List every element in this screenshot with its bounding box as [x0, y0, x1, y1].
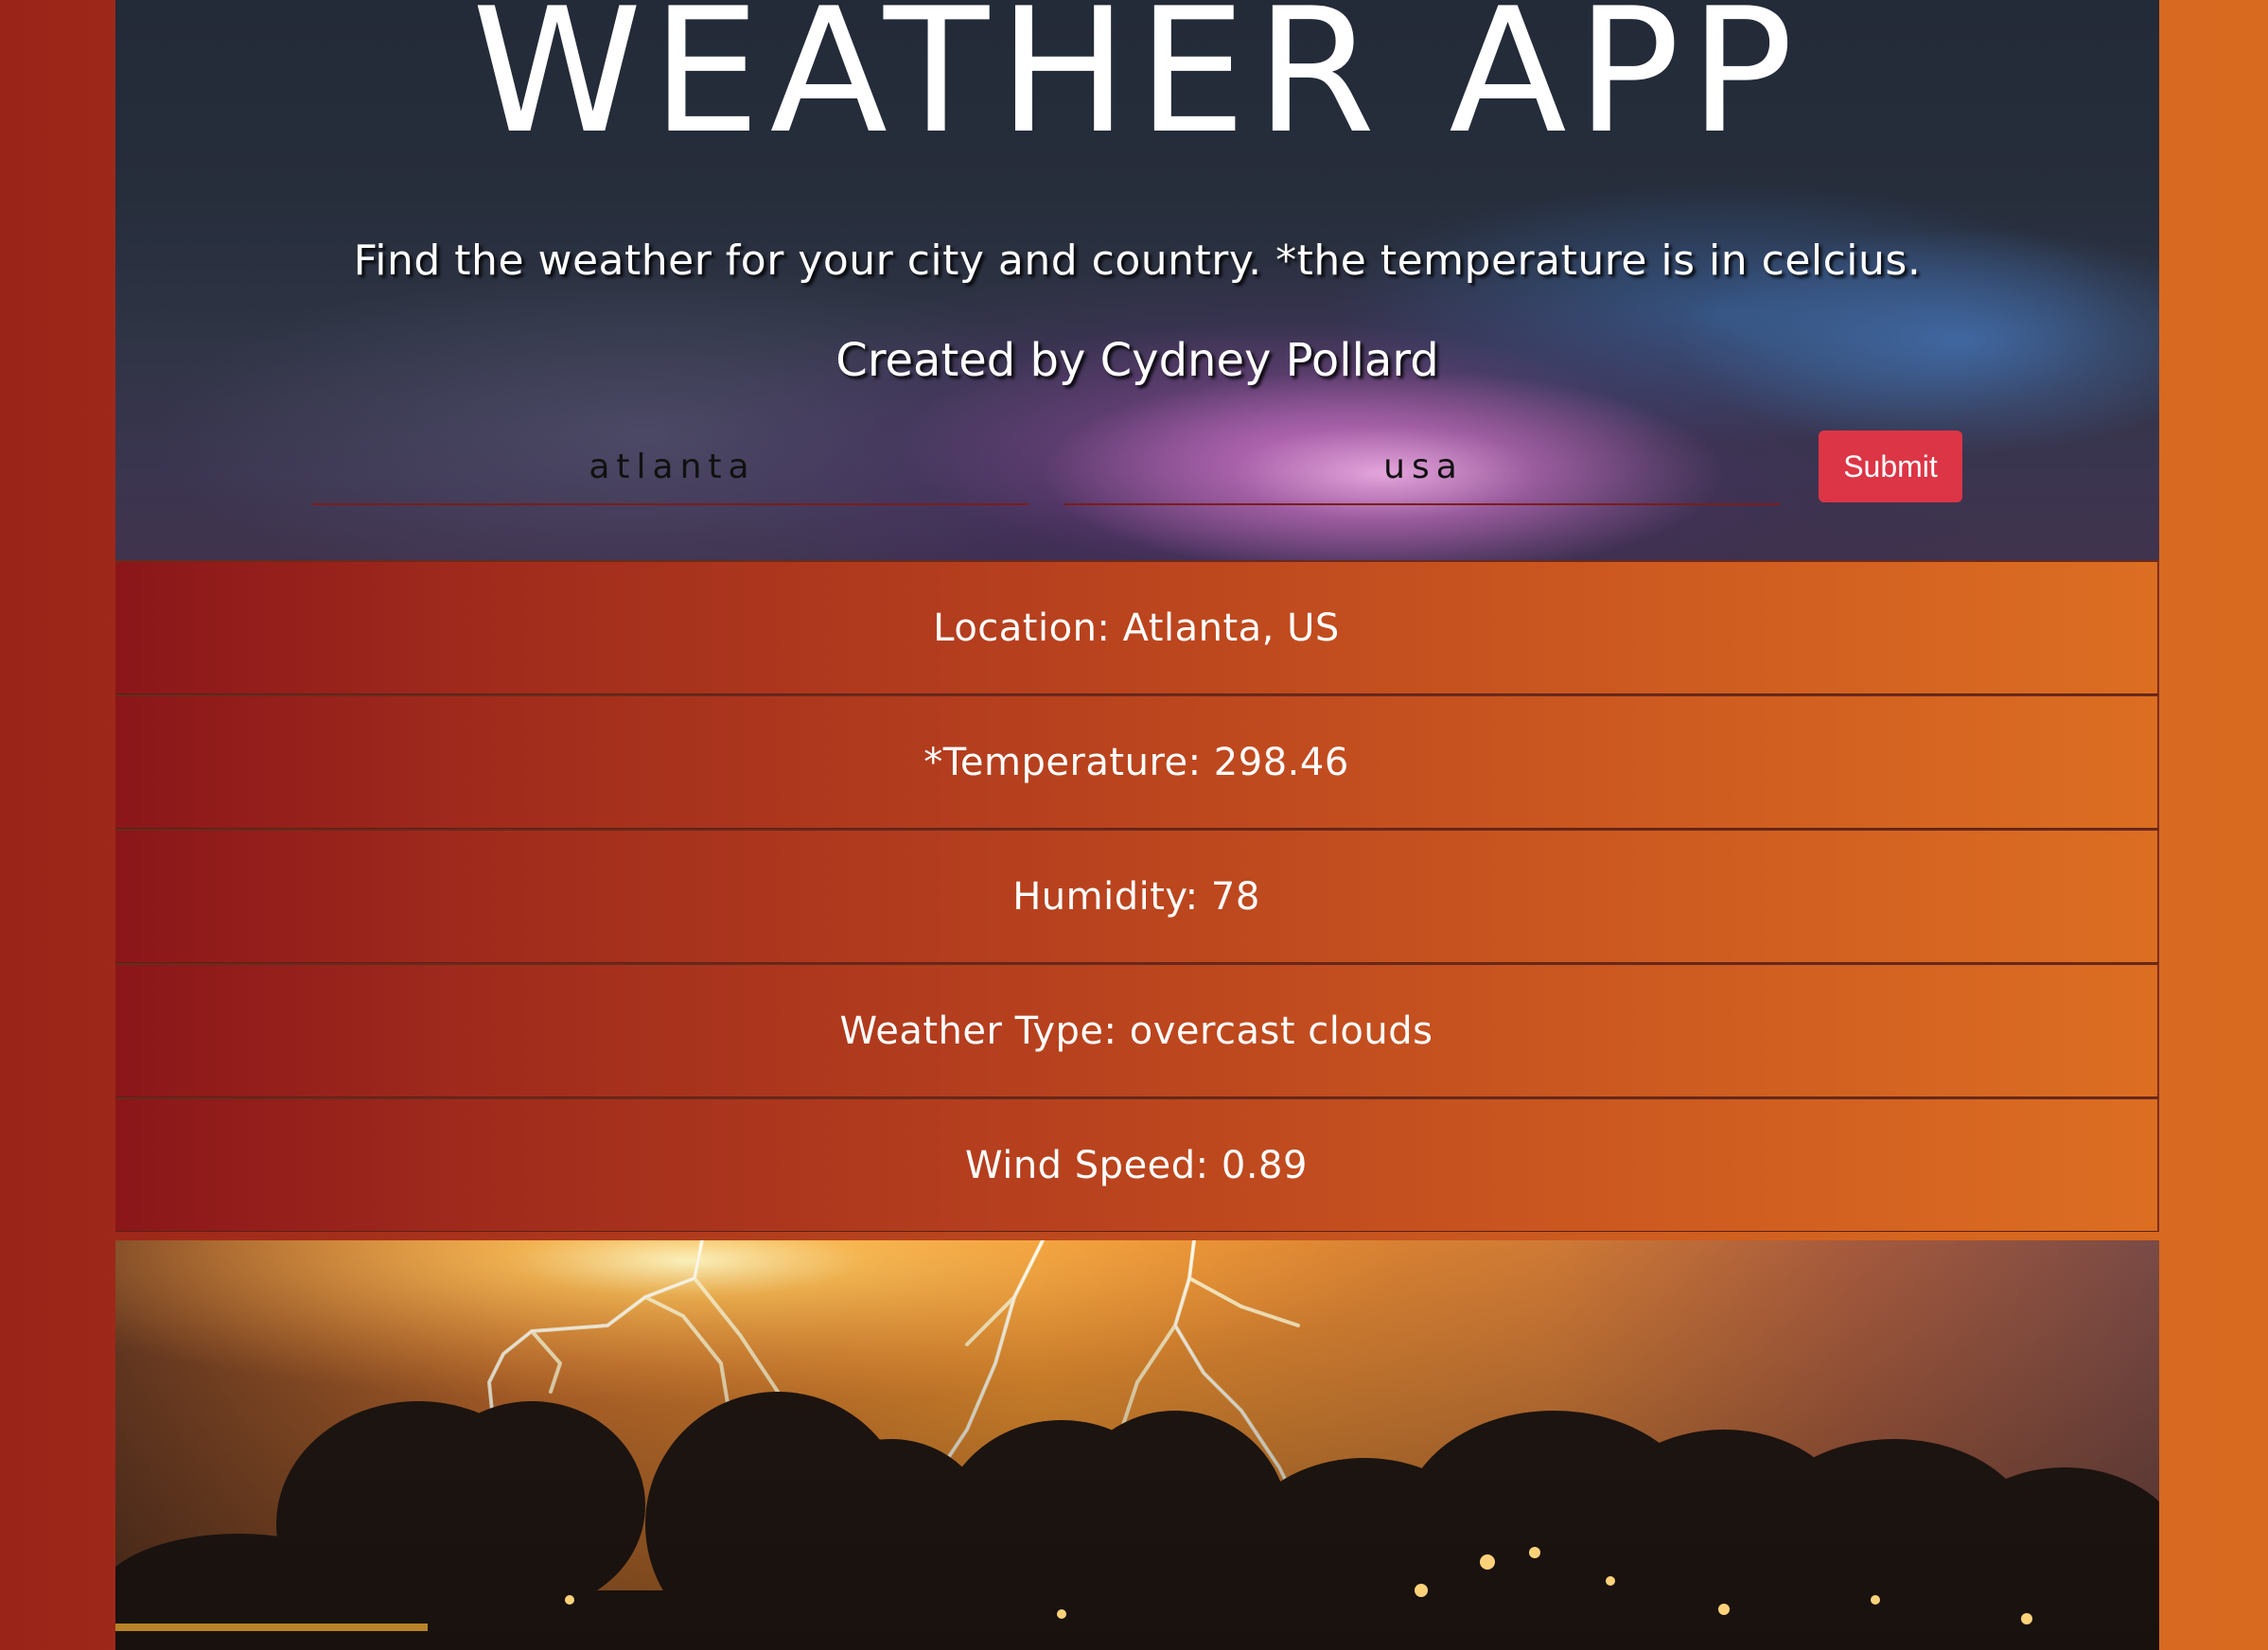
result-row-humidity: Humidity: 78 [115, 829, 2159, 963]
app-subtitle: Find the weather for your city and count… [353, 237, 1922, 285]
result-row-location: Location: Atlanta, US [115, 560, 2159, 694]
result-row-weather-type: Weather Type: overcast clouds [115, 963, 2159, 1097]
wind-speed-text: Wind Speed: 0.89 [965, 1143, 1308, 1187]
submit-button[interactable]: Submit [1819, 430, 1962, 502]
author-credit: Created by Cydney Pollard [835, 334, 1439, 387]
result-row-wind-speed: Wind Speed: 0.89 [115, 1097, 2159, 1232]
weather-type-text: Weather Type: overcast clouds [839, 1009, 1433, 1053]
country-input[interactable] [1064, 431, 1784, 501]
country-field-wrapper [1064, 431, 1784, 505]
temperature-text: *Temperature: 298.46 [923, 740, 1349, 784]
result-row-temperature: *Temperature: 298.46 [115, 694, 2159, 829]
app-title: WEATHER APP [471, 0, 1803, 171]
weather-app-page: WEATHER APP Find the weather for your ci… [115, 0, 2159, 1650]
city-field-wrapper [312, 431, 1032, 505]
weather-results-list: Location: Atlanta, US *Temperature: 298.… [115, 560, 2159, 1232]
humidity-text: Humidity: 78 [1012, 874, 1260, 919]
city-input[interactable] [312, 431, 1032, 501]
lightning-storm-image [115, 1240, 2159, 1650]
location-text: Location: Atlanta, US [933, 606, 1340, 650]
